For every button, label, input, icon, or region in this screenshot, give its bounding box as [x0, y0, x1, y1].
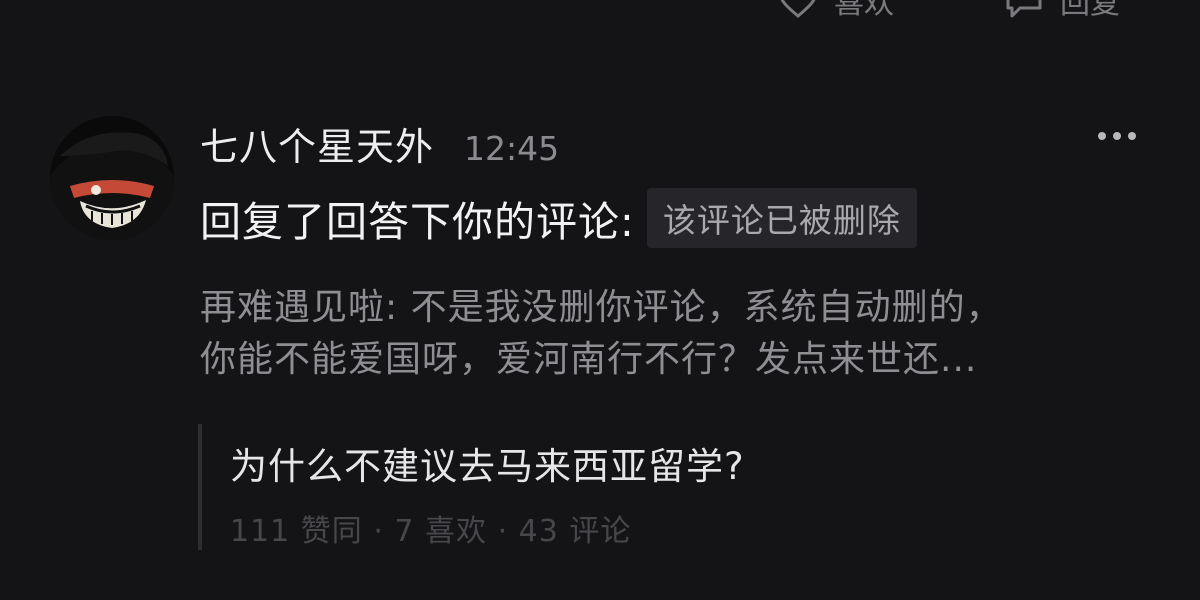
comment-header: 七八个星天外 12:45 — [200, 116, 559, 171]
more-dots-icon[interactable] — [1098, 132, 1144, 146]
deleted-comment-tag: 该评论已被删除 — [646, 188, 917, 248]
question-stats: 111 赞同 · 7 喜欢 · 43 评论 — [230, 514, 632, 549]
like-label: 喜欢 — [834, 0, 894, 21]
more-dot — [1113, 132, 1121, 140]
top-action-bar: 喜欢 回复 — [0, 0, 1200, 21]
quoted-line: 再难遇见啦: 不是我没删你评论，系统自动删的， — [200, 287, 1003, 328]
like-action[interactable]: 喜欢 — [776, 0, 894, 22]
more-dot — [1128, 132, 1136, 140]
reply-action[interactable]: 回复 — [1002, 0, 1120, 22]
referenced-question-card[interactable]: 为什么不建议去马来西亚留学? 111 赞同 · 7 喜欢 · 43 评论 — [198, 424, 1142, 550]
reply-line: 回复了回答下你的评论: 该评论已被删除 — [200, 188, 917, 248]
username[interactable]: 七八个星天外 — [200, 116, 434, 171]
reply-text: 回复了回答下你的评论: — [200, 198, 635, 246]
reply-label: 回复 — [1060, 0, 1120, 21]
quoted-comment[interactable]: 再难遇见啦: 不是我没删你评论，系统自动删的， 你能不能爱国呀，爱河南行不行？发… — [200, 282, 1140, 386]
heart-icon — [780, 0, 816, 18]
avatar-image — [50, 116, 174, 240]
avatar[interactable] — [50, 116, 174, 240]
quoted-line: 你能不能爱国呀，爱河南行不行？发点来世还... — [200, 339, 978, 380]
speech-bubble-icon — [1006, 0, 1042, 18]
timestamp: 12:45 — [464, 129, 560, 168]
more-dot — [1098, 132, 1106, 140]
question-title[interactable]: 为什么不建议去马来西亚留学? — [230, 436, 745, 490]
